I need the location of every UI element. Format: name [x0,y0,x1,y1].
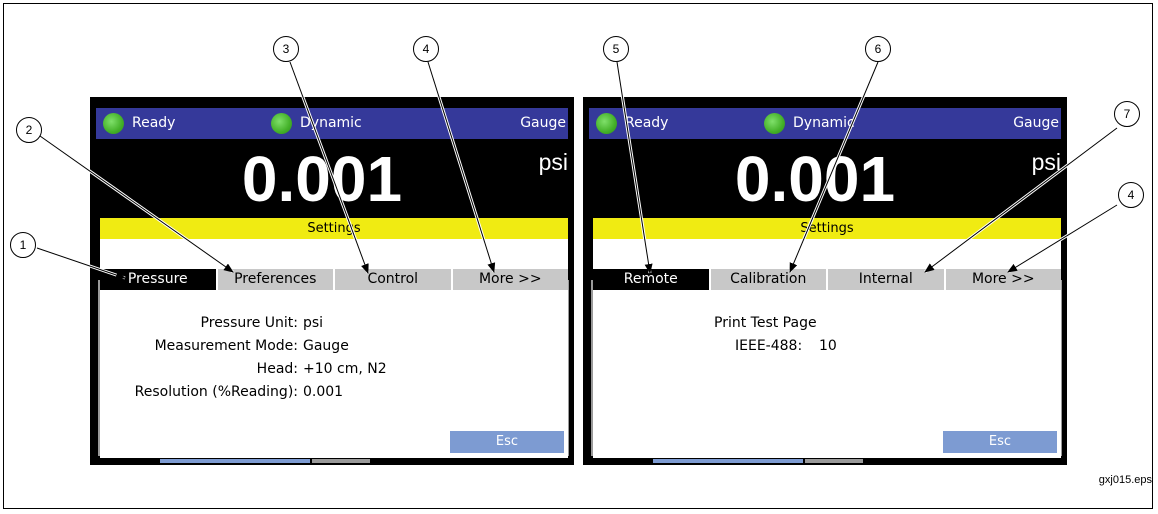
tab-remote[interactable]: Remote [593,269,709,290]
right-display-screen: Ready Dynamic Gauge 0.001 psi Settings R… [583,97,1067,465]
bottom-strip-gray [805,459,863,463]
setting-label: Head: [256,361,298,377]
ieee-value: 10 [819,338,837,354]
pressure-reading: 0.001 [241,143,403,215]
callout-5: 5 [603,36,629,62]
dynamic-status: Dynamic [793,115,855,131]
tab-internal[interactable]: Internal [828,269,944,290]
setting-label: Pressure Unit: [200,315,298,331]
dynamic-status: Dynamic [300,115,362,131]
figure-caption: gxj015.eps [1098,474,1152,486]
callout-4-left: 4 [413,36,439,62]
tab-preferences[interactable]: Preferences [217,269,333,290]
status-bar: Ready Dynamic Gauge [96,108,568,139]
setting-row-ieee[interactable]: IEEE-488: 10 [593,335,1061,358]
setting-row-resolution[interactable]: Resolution (%Reading): 0.001 [100,381,568,404]
ready-status: Ready [625,115,669,131]
setting-row-head[interactable]: Head: +10 cm, N2 [100,358,568,381]
callout-4-right: 4 [1118,182,1144,208]
settings-tabs: Pressure Preferences Control More >> [100,269,568,290]
gauge-status: Gauge [520,115,566,131]
callout-6: 6 [865,36,891,62]
setting-label: Measurement Mode: [154,338,298,354]
settings-tabs: Remote Calibration Internal More >> [593,269,1061,290]
esc-button[interactable]: Esc [943,431,1057,453]
print-test-page-item[interactable]: Print Test Page [593,312,1061,335]
callout-3: 3 [273,36,299,62]
settings-panel: Settings Pressure Preferences Control Mo… [100,218,568,458]
setting-value: psi [303,315,324,331]
bottom-strip-blue [160,459,310,463]
settings-panel: Settings Remote Calibration Internal Mor… [593,218,1061,458]
tab-calibration[interactable]: Calibration [710,269,826,290]
setting-row-pressure-unit[interactable]: Pressure Unit: psi [100,312,568,335]
bottom-strip-blue [653,459,803,463]
setting-label: Resolution (%Reading): [134,384,298,400]
setting-value: 0.001 [303,384,344,400]
tab-more[interactable]: More >> [452,269,568,290]
callout-1: 1 [10,232,36,258]
callout-2: 2 [16,117,42,143]
ready-led-icon [103,113,124,134]
pressure-settings-list: Pressure Unit: psi Measurement Mode: Gau… [100,312,568,404]
tab-control[interactable]: Control [335,269,451,290]
pressure-unit: psi [538,149,568,175]
tab-pressure[interactable]: Pressure [100,269,216,290]
dynamic-led-icon [764,113,785,134]
pressure-reading: 0.001 [734,143,896,215]
gauge-status: Gauge [1013,115,1059,131]
setting-row-measurement-mode[interactable]: Measurement Mode: Gauge [100,335,568,358]
status-bar: Ready Dynamic Gauge [589,108,1061,139]
bottom-strip-gray [312,459,370,463]
setting-value: Gauge [303,338,349,354]
dynamic-led-icon [271,113,292,134]
pressure-unit: psi [1031,149,1061,175]
callout-7: 7 [1114,101,1140,127]
ready-led-icon [596,113,617,134]
print-test-page-label: Print Test Page [714,315,817,331]
settings-title: Settings [100,218,568,239]
ready-status: Ready [132,115,176,131]
esc-button[interactable]: Esc [450,431,564,453]
setting-value: +10 cm, N2 [303,361,387,377]
settings-title: Settings [593,218,1061,239]
tab-more[interactable]: More >> [945,269,1061,290]
left-display-screen: Ready Dynamic Gauge 0.001 psi Settings P… [90,97,574,465]
remote-settings-list: Print Test Page IEEE-488: 10 [593,312,1061,358]
ieee-label: IEEE-488: [735,338,803,354]
